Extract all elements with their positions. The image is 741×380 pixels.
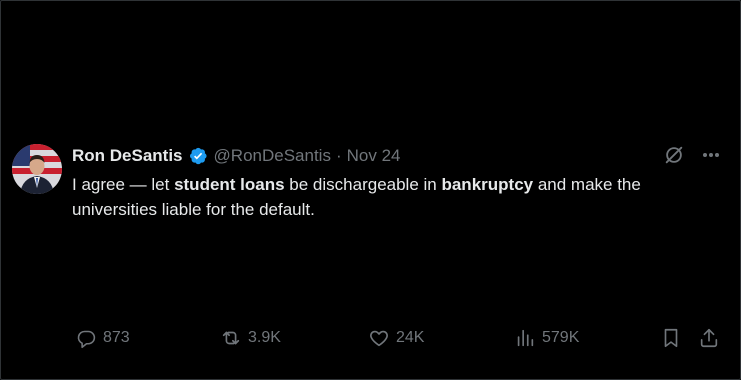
repost-icon [220,327,242,349]
like-button[interactable]: 24K [368,326,424,350]
tweet-header: Ron DeSantis @RonDeSantis · Nov 24 [72,145,401,167]
repost-button[interactable]: 3.9K [220,326,281,350]
heart-icon [368,327,390,349]
grok-icon[interactable] [663,144,685,166]
share-icon [698,327,720,349]
views-button[interactable]: 579K [514,326,579,350]
tweet-top-actions [663,144,721,166]
tweet-action-bar: 873 3.9K 24K 579K [76,326,724,350]
verified-badge-icon [188,146,208,166]
bookmark-icon [660,327,682,349]
like-count: 24K [396,329,425,346]
avatar[interactable] [12,144,62,194]
reply-count: 873 [103,329,130,346]
views-count: 579K [542,329,580,346]
tweet-text-segment: be dischargeable in [284,175,442,194]
tweet-text: I agree — let student loans be discharge… [72,172,727,222]
tweet-text-bold: student loans [174,175,285,194]
separator-dot: · [335,146,342,165]
bookmark-button[interactable] [660,326,682,350]
tweet[interactable]: Ron DeSantis @RonDeSantis · Nov 24 I agr [0,0,741,380]
tweet-date[interactable]: Nov 24 [347,146,401,166]
reply-icon [76,328,97,349]
share-button[interactable] [698,326,720,350]
reply-button[interactable]: 873 [76,326,130,350]
more-icon[interactable] [701,145,721,165]
views-icon [514,327,536,349]
author-handle[interactable]: @RonDeSantis [214,146,331,166]
tweet-text-segment: I agree — let [72,175,175,194]
tweet-text-bold: bankruptcy [441,175,534,194]
repost-count: 3.9K [248,329,281,346]
author-name[interactable]: Ron DeSantis [72,146,183,166]
